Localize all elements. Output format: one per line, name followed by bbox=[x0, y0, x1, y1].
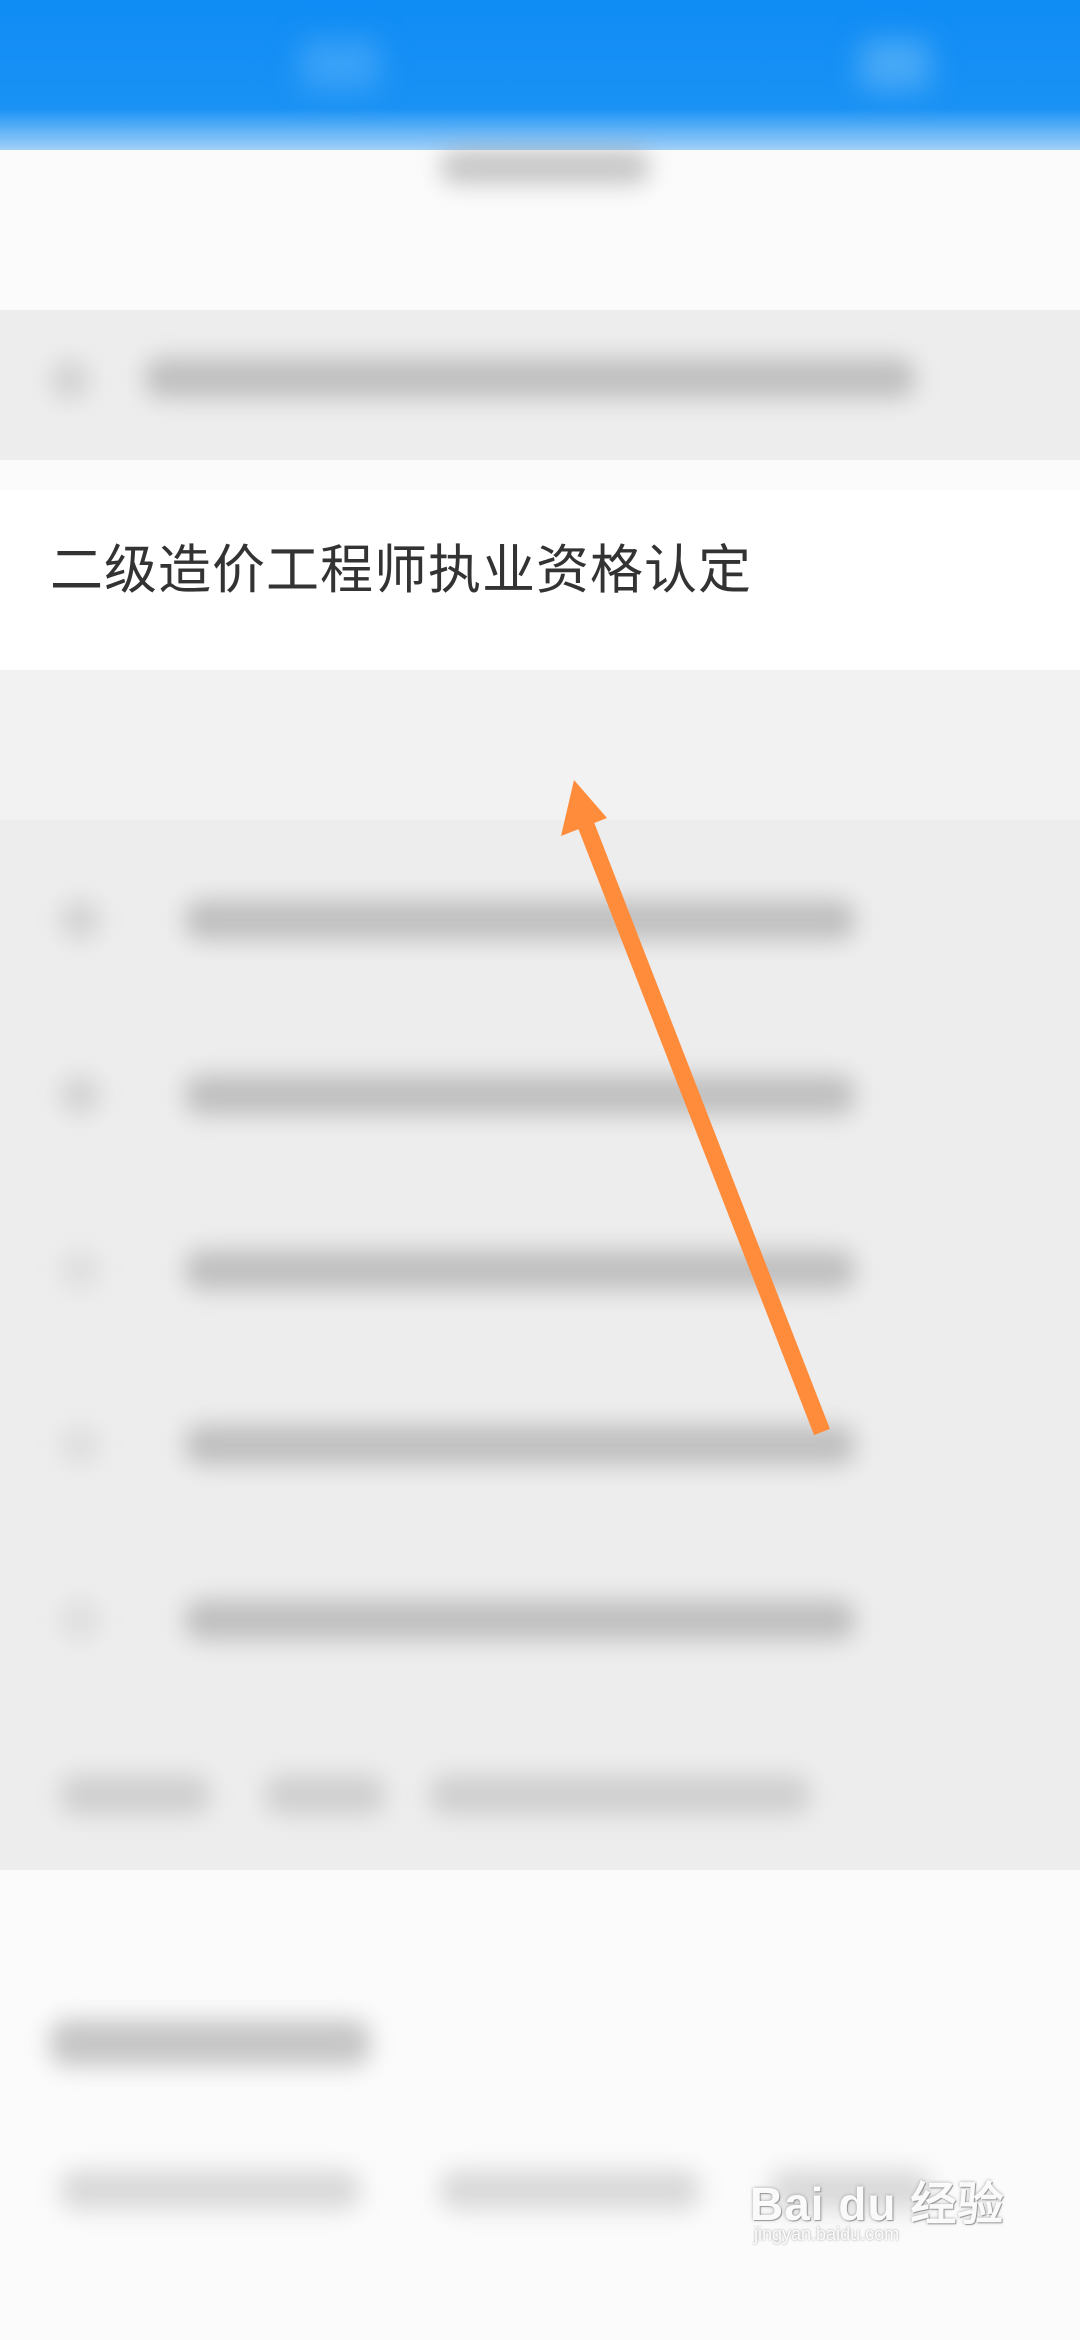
watermark-url: jingyan.baidu.com bbox=[754, 2224, 900, 2244]
blurred-list bbox=[0, 820, 1080, 1870]
header-blurred-element bbox=[860, 40, 930, 90]
qualification-item-label: 二级造价工程师执业资格认定 bbox=[50, 540, 752, 601]
qualification-list-item[interactable]: 二级造价工程师执业资格认定 bbox=[0, 490, 1080, 670]
blurred-bottom-section bbox=[0, 1870, 1080, 2340]
top-header bbox=[0, 0, 1080, 175]
header-blurred-element bbox=[300, 40, 380, 90]
blurred-title-row bbox=[0, 150, 1080, 310]
page-content bbox=[0, 150, 1080, 2340]
blurred-breadcrumb-row bbox=[0, 310, 1080, 460]
baidu-jingyan-watermark: Bai du 经验 jingyan.baidu.com bbox=[750, 2160, 1020, 2250]
